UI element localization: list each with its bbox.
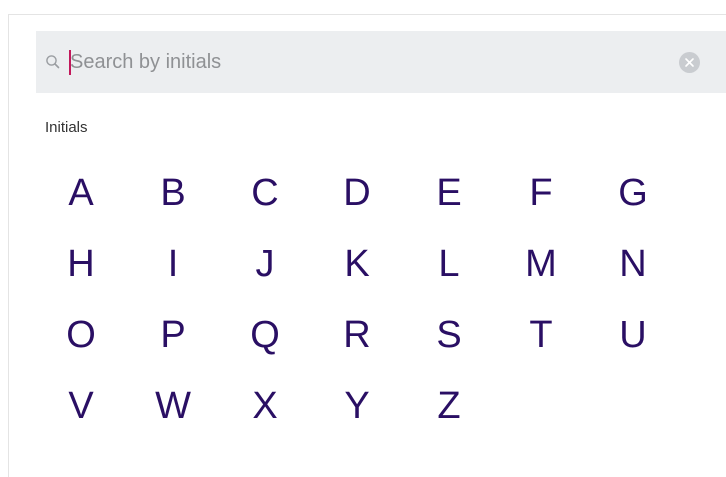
- letter-button-r[interactable]: R: [329, 307, 385, 363]
- letter-button-x[interactable]: X: [237, 378, 293, 434]
- letter-button-f[interactable]: F: [513, 165, 569, 221]
- search-icon: [45, 54, 61, 70]
- letter-button-q[interactable]: Q: [237, 307, 293, 363]
- letter-button-l[interactable]: L: [421, 236, 477, 292]
- clear-search-button[interactable]: [679, 52, 700, 73]
- letter-button-y[interactable]: Y: [329, 378, 385, 434]
- letter-button-j[interactable]: J: [237, 236, 293, 292]
- initials-heading: Initials: [45, 119, 88, 136]
- initials-grid: ABCDEFG HIJKLMN OPQRSTU VWXYZ: [53, 165, 697, 449]
- letter-button-d[interactable]: D: [329, 165, 385, 221]
- letter-button-b[interactable]: B: [145, 165, 201, 221]
- text-caret: [69, 50, 71, 75]
- letter-button-e[interactable]: E: [421, 165, 477, 221]
- letter-button-w[interactable]: W: [145, 378, 201, 434]
- search-input[interactable]: [68, 46, 670, 78]
- letter-button-n[interactable]: N: [605, 236, 661, 292]
- letter-button-u[interactable]: U: [605, 307, 661, 363]
- letter-button-t[interactable]: T: [513, 307, 569, 363]
- letter-button-i[interactable]: I: [145, 236, 201, 292]
- letter-button-g[interactable]: G: [605, 165, 661, 221]
- letter-button-a[interactable]: A: [53, 165, 109, 221]
- letter-button-c[interactable]: C: [237, 165, 293, 221]
- initials-picker-panel: Initials ABCDEFG HIJKLMN OPQRSTU VWXYZ: [8, 14, 726, 477]
- letter-button-v[interactable]: V: [53, 378, 109, 434]
- letter-button-k[interactable]: K: [329, 236, 385, 292]
- search-bar[interactable]: [36, 31, 726, 93]
- letter-button-p[interactable]: P: [145, 307, 201, 363]
- letter-button-h[interactable]: H: [53, 236, 109, 292]
- letter-button-o[interactable]: O: [53, 307, 109, 363]
- close-icon: [685, 58, 694, 67]
- letter-button-m[interactable]: M: [513, 236, 569, 292]
- letter-button-s[interactable]: S: [421, 307, 477, 363]
- letter-button-z[interactable]: Z: [421, 378, 477, 434]
